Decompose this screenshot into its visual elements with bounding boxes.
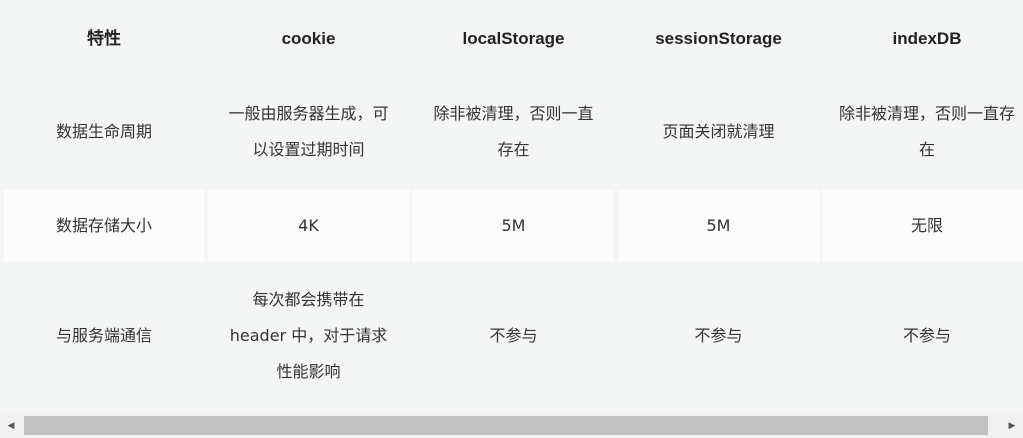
cell-cookie-communication: 每次都会携带在 header 中，对于请求性能影响 — [208, 266, 409, 406]
table-row: 数据存储大小 4K 5M 5M 无限 — [4, 190, 1023, 262]
row-label-lifecycle: 数据生命周期 — [4, 78, 204, 186]
storage-comparison-table: 特性 cookie localStorage sessionStorage in… — [0, 0, 1023, 410]
cell-indexdb-size: 无限 — [823, 190, 1023, 262]
cell-localstorage-size: 5M — [413, 190, 614, 262]
header-localstorage: localStorage — [413, 4, 614, 74]
cell-sessionstorage-communication: 不参与 — [618, 266, 819, 406]
table-row: 与服务端通信 每次都会携带在 header 中，对于请求性能影响 不参与 不参与… — [4, 266, 1023, 406]
cell-indexdb-lifecycle: 除非被清理，否则一直存在 — [823, 78, 1023, 186]
cell-cookie-size: 4K — [208, 190, 409, 262]
cell-cookie-lifecycle: 一般由服务器生成，可以设置过期时间 — [208, 78, 409, 186]
horizontal-scrollbar[interactable]: ◀ ▶ — [0, 413, 1023, 438]
header-cookie: cookie — [208, 4, 409, 74]
cell-sessionstorage-size: 5M — [618, 190, 819, 262]
cell-sessionstorage-lifecycle: 页面关闭就清理 — [618, 78, 819, 186]
cell-localstorage-communication: 不参与 — [413, 266, 614, 406]
cell-indexdb-communication: 不参与 — [823, 266, 1023, 406]
row-label-server-communication: 与服务端通信 — [4, 266, 204, 406]
header-indexdb: indexDB — [823, 4, 1023, 74]
row-label-size: 数据存储大小 — [4, 190, 204, 262]
table-header-row: 特性 cookie localStorage sessionStorage in… — [4, 4, 1023, 74]
table-row: 数据生命周期 一般由服务器生成，可以设置过期时间 除非被清理，否则一直存在 页面… — [4, 78, 1023, 186]
scrollbar-thumb[interactable] — [24, 416, 988, 435]
scroll-right-icon[interactable]: ▶ — [1001, 413, 1023, 438]
header-feature: 特性 — [4, 4, 204, 74]
scroll-left-icon[interactable]: ◀ — [0, 413, 22, 438]
header-sessionstorage: sessionStorage — [618, 4, 819, 74]
cell-localstorage-lifecycle: 除非被清理，否则一直存在 — [413, 78, 614, 186]
comparison-table-container: 特性 cookie localStorage sessionStorage in… — [0, 0, 1023, 410]
